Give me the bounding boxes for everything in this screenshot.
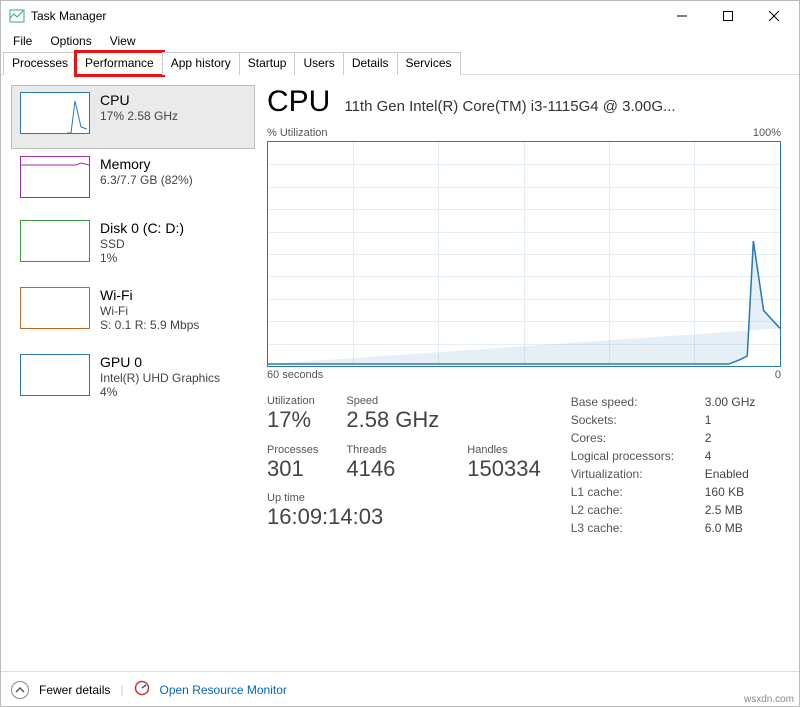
- chart-label-top-left: % Utilization: [267, 127, 328, 139]
- tab-processes[interactable]: Processes: [3, 52, 77, 75]
- menu-options[interactable]: Options: [42, 32, 99, 50]
- close-button[interactable]: [751, 1, 797, 31]
- cpu-model: 11th Gen Intel(R) Core(TM) i3-1115G4 @ 3…: [344, 98, 781, 115]
- menu-file[interactable]: File: [5, 32, 40, 50]
- cpu-utilization-chart[interactable]: [267, 141, 781, 367]
- performance-sidebar: CPU 17% 2.58 GHz Memory 6.3/7.7 GB (82%)…: [1, 75, 255, 671]
- stat-key: Base speed:: [571, 395, 697, 409]
- stats-left: Utilization 17% Speed 2.58 GHz Processes…: [267, 395, 541, 539]
- performance-main: CPU 11th Gen Intel(R) Core(TM) i3-1115G4…: [255, 75, 799, 671]
- chevron-up-icon[interactable]: [11, 681, 29, 699]
- sidebar-item-cpu[interactable]: CPU 17% 2.58 GHz: [11, 85, 255, 149]
- open-resource-monitor-link[interactable]: Open Resource Monitor: [160, 683, 287, 697]
- stat-val: 3.00 GHz: [705, 395, 756, 409]
- stat-speed-value: 2.58 GHz: [346, 407, 439, 433]
- sidebar-item-detail: 17% 2.58 GHz: [100, 109, 178, 123]
- footer: Fewer details | Open Resource Monitor: [1, 671, 799, 707]
- stat-val: Enabled: [705, 467, 749, 481]
- tab-users[interactable]: Users: [294, 52, 343, 75]
- stat-key: L3 cache:: [571, 521, 697, 535]
- disk-thumb-icon: [20, 220, 90, 262]
- stat-val: 2.5 MB: [705, 503, 743, 517]
- stat-key: Sockets:: [571, 413, 697, 427]
- stat-val: 160 KB: [705, 485, 744, 499]
- app-icon: [9, 8, 25, 24]
- title-bar: Task Manager: [1, 1, 799, 31]
- stat-thr-label: Threads: [346, 444, 439, 456]
- sidebar-item-memory[interactable]: Memory 6.3/7.7 GB (82%): [11, 149, 255, 213]
- stat-hnd-label: Handles: [467, 444, 540, 456]
- stat-proc-value: 301: [267, 456, 318, 482]
- window-title: Task Manager: [31, 9, 106, 23]
- separator: |: [120, 683, 123, 697]
- stat-util-label: Utilization: [267, 395, 318, 407]
- sidebar-item-label: Wi-Fi: [100, 287, 199, 303]
- stat-val: 4: [705, 449, 712, 463]
- chart-label-top-right: 100%: [753, 127, 781, 139]
- sidebar-item-label: Disk 0 (C: D:): [100, 220, 184, 236]
- stat-proc-label: Processes: [267, 444, 318, 456]
- stat-key: Logical processors:: [571, 449, 697, 463]
- sidebar-item-label: CPU: [100, 92, 178, 108]
- stat-uptime-value: 16:09:14:03: [267, 504, 541, 530]
- tab-performance[interactable]: Performance: [76, 52, 163, 75]
- sidebar-item-detail2: 4%: [100, 385, 220, 399]
- chart-label-bottom-right: 0: [775, 369, 781, 381]
- maximize-button[interactable]: [705, 1, 751, 31]
- sidebar-item-detail: SSD: [100, 237, 184, 251]
- stat-val: 6.0 MB: [705, 521, 743, 535]
- tab-details[interactable]: Details: [343, 52, 398, 75]
- sidebar-item-wifi[interactable]: Wi-Fi Wi-Fi S: 0.1 R: 5.9 Mbps: [11, 280, 255, 347]
- attribution: wsxdn.com: [744, 694, 794, 705]
- stat-key: L2 cache:: [571, 503, 697, 517]
- tab-services[interactable]: Services: [397, 52, 461, 75]
- sidebar-item-detail: 6.3/7.7 GB (82%): [100, 173, 193, 187]
- stat-key: Cores:: [571, 431, 697, 445]
- wifi-thumb-icon: [20, 287, 90, 329]
- sidebar-item-disk[interactable]: Disk 0 (C: D:) SSD 1%: [11, 213, 255, 280]
- stat-uptime-label: Up time: [267, 492, 541, 504]
- memory-thumb-icon: [20, 156, 90, 198]
- stat-hnd-value: 150334: [467, 456, 540, 482]
- stat-speed-label: Speed: [346, 395, 439, 407]
- sidebar-item-detail: Wi-Fi: [100, 304, 199, 318]
- fewer-details-button[interactable]: Fewer details: [39, 683, 110, 697]
- gpu-thumb-icon: [20, 354, 90, 396]
- tab-startup[interactable]: Startup: [239, 52, 296, 75]
- stats-right: Base speed: 3.00 GHz Sockets: 1 Cores: 2 Lo…: [571, 395, 756, 539]
- chart-label-bottom-left: 60 seconds: [267, 369, 323, 381]
- minimize-button[interactable]: [659, 1, 705, 31]
- tab-strip: Processes Performance App history Startu…: [1, 51, 799, 75]
- sidebar-item-gpu[interactable]: GPU 0 Intel(R) UHD Graphics 4%: [11, 347, 255, 414]
- sidebar-item-label: GPU 0: [100, 354, 220, 370]
- stat-util-value: 17%: [267, 407, 318, 433]
- stat-key: Virtualization:: [571, 467, 697, 481]
- stat-thr-value: 4146: [346, 456, 439, 482]
- sidebar-item-detail2: S: 0.1 R: 5.9 Mbps: [100, 318, 199, 332]
- tab-app-history[interactable]: App history: [162, 52, 240, 75]
- cpu-thumb-icon: [20, 92, 90, 134]
- stat-val: 2: [705, 431, 712, 445]
- resource-monitor-icon: [134, 680, 150, 699]
- stat-val: 1: [705, 413, 712, 427]
- stat-key: L1 cache:: [571, 485, 697, 499]
- main-heading: CPU: [267, 85, 330, 119]
- sidebar-item-label: Memory: [100, 156, 193, 172]
- sidebar-item-detail: Intel(R) UHD Graphics: [100, 371, 220, 385]
- menu-bar: File Options View: [1, 31, 799, 51]
- sidebar-item-detail2: 1%: [100, 251, 184, 265]
- menu-view[interactable]: View: [102, 32, 144, 50]
